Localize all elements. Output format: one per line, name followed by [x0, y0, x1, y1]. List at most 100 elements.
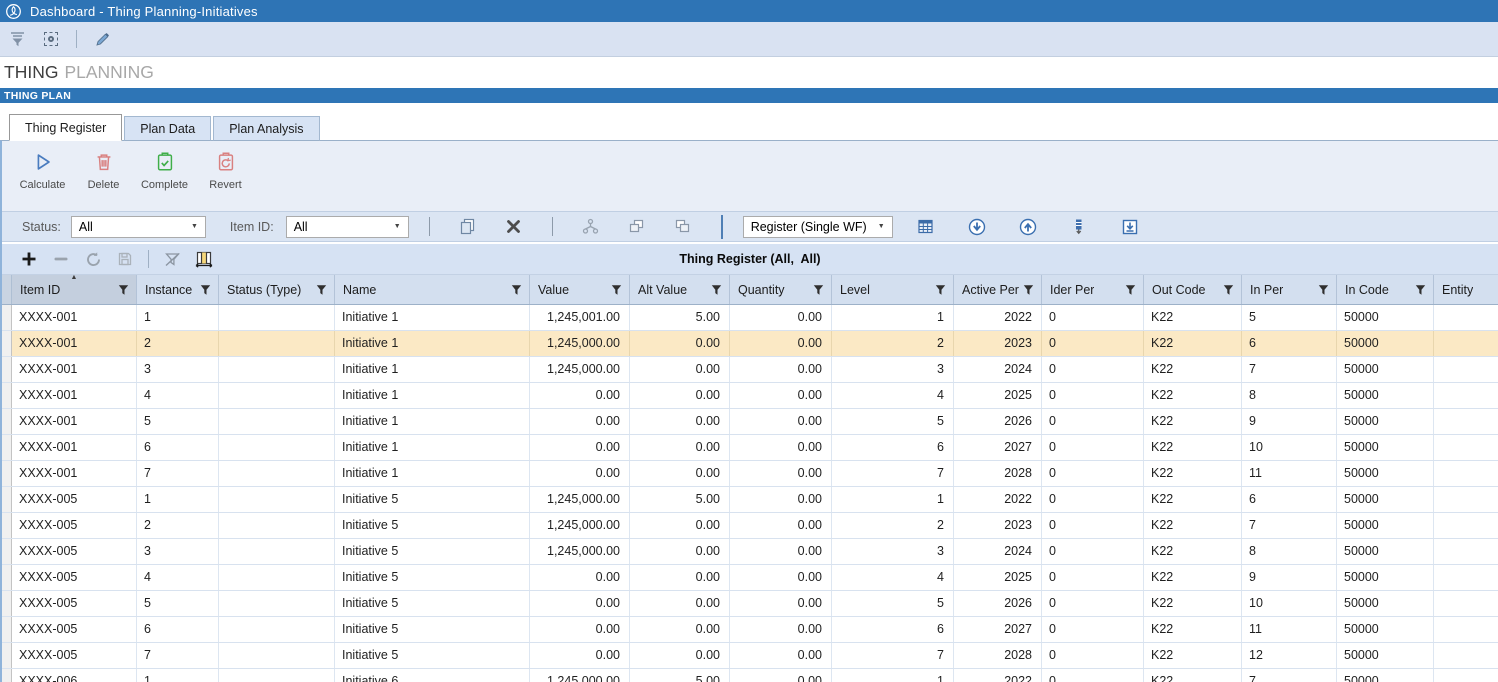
grid-cell[interactable]: 7 [137, 461, 219, 486]
grid-cell[interactable]: XXXX-005 [12, 539, 137, 564]
grid-cell[interactable] [219, 357, 335, 382]
grid-cell[interactable]: Initiative 5 [335, 539, 530, 564]
grid-cell[interactable]: 0.00 [730, 669, 832, 682]
grid-cell[interactable]: 2026 [954, 409, 1042, 434]
grid-cell[interactable]: 2025 [954, 383, 1042, 408]
row-indicator[interactable] [2, 409, 12, 434]
grid-cell[interactable]: 5 [832, 591, 954, 616]
selection-settings-icon[interactable] [42, 30, 60, 48]
grid-cell[interactable]: 7 [137, 643, 219, 668]
grid-cell[interactable]: 1,245,000.00 [530, 487, 630, 512]
grid-cell[interactable]: 0.00 [530, 643, 630, 668]
grid-cell[interactable]: Initiative 5 [335, 487, 530, 512]
grid-cell[interactable]: 0.00 [730, 487, 832, 512]
column-filter-icon[interactable] [1318, 284, 1329, 295]
grid-cell[interactable] [1434, 435, 1498, 460]
grid-cell[interactable] [219, 565, 335, 590]
grid-cell[interactable]: 6 [137, 617, 219, 642]
grid-cell[interactable]: 50000 [1337, 539, 1434, 564]
grid-cell[interactable] [1434, 357, 1498, 382]
grid-cell[interactable]: K22 [1144, 331, 1242, 356]
table-row[interactable]: XXXX-001 4 Initiative 1 0.00 0.00 0.00 4 2025 0 K… [2, 383, 1498, 409]
table-row[interactable]: XXXX-005 6 Initiative 5 0.00 0.00 0.00 6 2027 0 K… [2, 617, 1498, 643]
column-header-alt-value[interactable]: Alt Value [630, 275, 730, 304]
fit-columns-icon[interactable] [195, 250, 213, 268]
grid-cell[interactable] [219, 669, 335, 682]
grid-cell[interactable]: 0.00 [530, 409, 630, 434]
grid-cell[interactable]: 0 [1042, 461, 1144, 486]
grid-cell[interactable]: 7 [1242, 669, 1337, 682]
grid-cell[interactable]: 0 [1042, 513, 1144, 538]
grid-cell[interactable]: XXXX-005 [12, 513, 137, 538]
column-header-value[interactable]: Value [530, 275, 630, 304]
save-icon[interactable] [116, 250, 134, 268]
grid-cell[interactable] [1434, 643, 1498, 668]
row-indicator[interactable] [2, 305, 12, 330]
grid-cell[interactable]: 0.00 [730, 357, 832, 382]
column-header-active-per[interactable]: Active Per [954, 275, 1042, 304]
grid-cell[interactable]: K22 [1144, 565, 1242, 590]
grid-cell[interactable]: 5 [1242, 305, 1337, 330]
table-icon[interactable] [917, 218, 935, 236]
grid-cell[interactable]: 50000 [1337, 435, 1434, 460]
grid-cell[interactable] [1434, 461, 1498, 486]
grid-cell[interactable]: 2024 [954, 539, 1042, 564]
grid-cell[interactable]: 8 [1242, 383, 1337, 408]
column-filter-icon[interactable] [1023, 284, 1034, 295]
grid-cell[interactable]: XXXX-001 [12, 357, 137, 382]
grid-cell[interactable] [1434, 305, 1498, 330]
grid-cell[interactable]: 2027 [954, 617, 1042, 642]
grid-cell[interactable]: 50000 [1337, 383, 1434, 408]
grid-cell[interactable]: 7 [1242, 513, 1337, 538]
grid-cell[interactable]: 50000 [1337, 617, 1434, 642]
grid-cell[interactable]: 2024 [954, 357, 1042, 382]
grid-cell[interactable]: 7 [1242, 357, 1337, 382]
row-indicator[interactable] [2, 357, 12, 382]
table-row[interactable]: XXXX-006 1 Initiative 6 1,245,000.00 5.00 0.0… [2, 669, 1498, 682]
tab-plan-analysis[interactable]: Plan Analysis [213, 116, 320, 141]
grid-cell[interactable]: 10 [1242, 435, 1337, 460]
hierarchy-icon[interactable] [582, 218, 600, 236]
grid-cell[interactable] [1434, 409, 1498, 434]
calculate-button[interactable]: Calculate [14, 149, 71, 211]
edit-pencil-icon[interactable] [93, 30, 111, 48]
grid-cell[interactable] [1434, 565, 1498, 590]
grid-cell[interactable]: 4 [137, 565, 219, 590]
view-dropdown[interactable]: Register (Single WF) ▼ [742, 215, 893, 238]
column-filter-icon[interactable] [316, 284, 327, 295]
cascade-window-alt-icon[interactable] [674, 218, 692, 236]
grid-cell[interactable]: Initiative 6 [335, 669, 530, 682]
cascade-window-icon[interactable] [628, 218, 646, 236]
row-indicator[interactable] [2, 669, 12, 682]
grid-cell[interactable]: 0.00 [630, 461, 730, 486]
grid-cell[interactable]: K22 [1144, 591, 1242, 616]
grid-cell[interactable]: Initiative 5 [335, 565, 530, 590]
table-row[interactable]: XXXX-001 3 Initiative 1 1,245,000.00 0.00 0.0… [2, 357, 1498, 383]
grid-cell[interactable]: 50000 [1337, 565, 1434, 590]
grid-cell[interactable]: 0 [1042, 487, 1144, 512]
grid-cell[interactable]: 0 [1042, 383, 1144, 408]
grid-cell[interactable]: 2 [137, 331, 219, 356]
grid-cell[interactable]: 2028 [954, 461, 1042, 486]
grid-cell[interactable]: 0.00 [530, 565, 630, 590]
grid-cell[interactable]: XXXX-001 [12, 461, 137, 486]
grid-cell[interactable]: 0.00 [530, 591, 630, 616]
grid-cell[interactable]: 1,245,000.00 [530, 357, 630, 382]
grid-cell[interactable]: 3 [832, 539, 954, 564]
column-filter-icon[interactable] [118, 284, 129, 295]
grid-cell[interactable]: XXXX-005 [12, 591, 137, 616]
grid-cell[interactable]: 5.00 [630, 669, 730, 682]
grid-cell[interactable]: 0 [1042, 565, 1144, 590]
grid-cell[interactable]: 2026 [954, 591, 1042, 616]
grid-cell[interactable]: K22 [1144, 305, 1242, 330]
grid-cell[interactable]: 2028 [954, 643, 1042, 668]
grid-cell[interactable]: 0.00 [730, 591, 832, 616]
download-circle-icon[interactable] [968, 218, 986, 236]
grid-cell[interactable]: 8 [1242, 539, 1337, 564]
column-header-entity[interactable]: Entity [1434, 275, 1498, 304]
table-row[interactable]: XXXX-005 7 Initiative 5 0.00 0.00 0.00 7 2028 0 K… [2, 643, 1498, 669]
grid-cell[interactable]: XXXX-001 [12, 409, 137, 434]
grid-cell[interactable]: 0.00 [730, 513, 832, 538]
grid-cell[interactable]: 2022 [954, 669, 1042, 682]
grid-cell[interactable]: 0 [1042, 669, 1144, 682]
